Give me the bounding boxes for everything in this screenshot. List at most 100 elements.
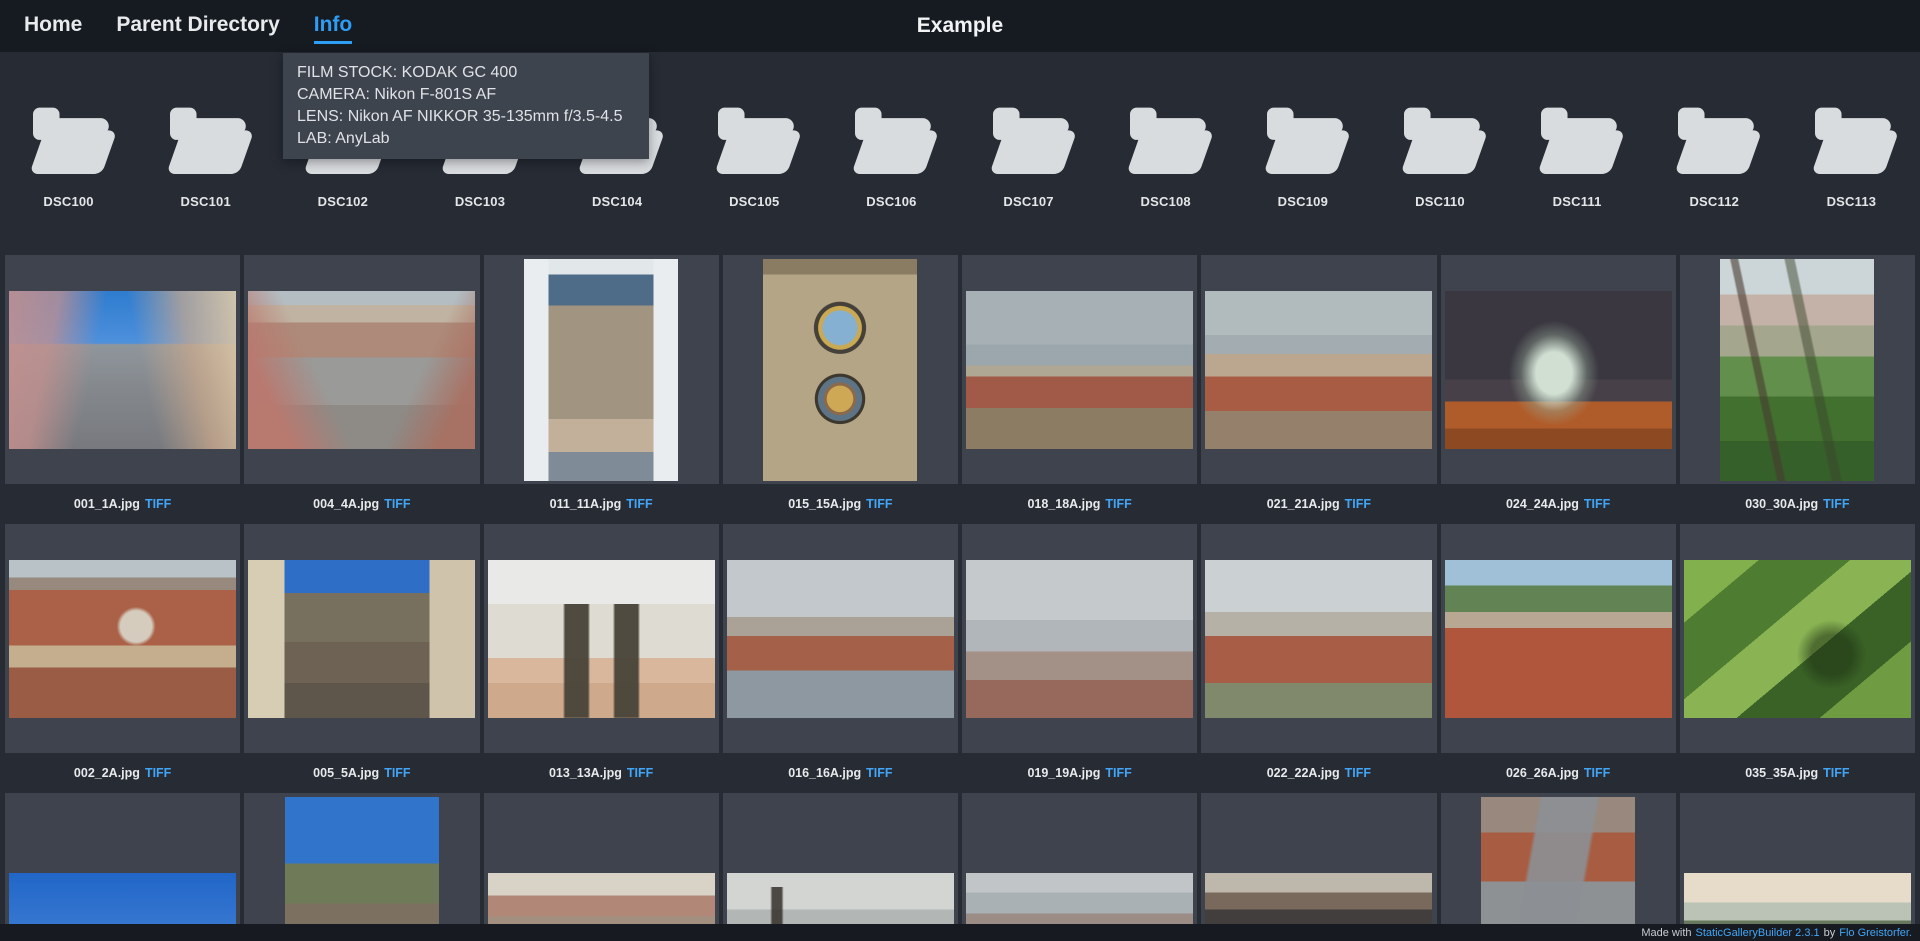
thumbnail-link[interactable] [1679,255,1915,484]
gallery-cell: 016_16A.jpg TIFF [722,524,958,793]
gallery-cell [962,793,1198,941]
gallery-cell: 022_22A.jpg TIFF [1201,524,1437,793]
thumbnail-caption: 022_22A.jpg TIFF [1201,753,1436,793]
folder-item[interactable]: DSC107 [960,102,1097,209]
builder-link[interactable]: StaticGalleryBuilder 2.3.1 [1696,927,1820,939]
folder-item[interactable]: DSC110 [1371,102,1508,209]
thumbnail-link[interactable] [962,524,1198,753]
thumbnail-link[interactable] [244,793,480,941]
tiff-link[interactable]: TIFF [1584,497,1610,511]
author-link[interactable]: Flo Greistorfer. [1839,927,1912,939]
thumbnail-photo [1444,559,1672,718]
tiff-link[interactable]: TIFF [384,497,410,511]
folder-item[interactable]: DSC101 [137,102,274,209]
filename-text: 011_11A.jpg [549,497,622,511]
thumbnail-link[interactable] [722,793,958,941]
thumbnail-link[interactable] [483,793,719,941]
thumbnail-caption: 019_19A.jpg TIFF [962,753,1197,793]
thumbnail-link[interactable] [962,255,1198,484]
thumbnail-link[interactable] [483,524,719,753]
thumbnail-link[interactable] [483,255,719,484]
thumbnail-link[interactable] [1440,524,1676,753]
gallery-cell [1440,793,1676,941]
filename-text: 015_15A.jpg [788,497,862,511]
folder-label: DSC106 [866,194,917,209]
thumbnail-link[interactable] [5,793,241,941]
folder-open-icon [991,107,1075,174]
folder-open-icon [854,107,938,174]
thumbnail-photo [1205,290,1433,449]
gallery-cell: 002_2A.jpg TIFF [5,524,241,793]
tooltip-line-camera: CAMERA: Nikon F-801S AF [297,86,497,103]
thumbnail-photo [966,559,1194,718]
tiff-link[interactable]: TIFF [1584,766,1610,780]
gallery-cell: 021_21A.jpg TIFF [1201,255,1437,524]
thumbnail-link[interactable] [1679,793,1915,941]
filename-text: 021_21A.jpg [1266,497,1340,511]
tiff-link[interactable]: TIFF [145,766,171,780]
thumbnail-photo [1481,796,1636,941]
folder-item[interactable]: DSC113 [1783,102,1920,209]
filename-text: 016_16A.jpg [788,766,862,780]
gallery-cell: 004_4A.jpg TIFF [244,255,480,524]
folder-label: DSC102 [317,194,369,209]
thumbnail-photo [1683,559,1911,718]
gallery-cell: 030_30A.jpg TIFF [1679,255,1915,524]
folder-item[interactable]: DSC112 [1646,102,1783,209]
tiff-link[interactable]: TIFF [627,766,653,780]
folder-item[interactable]: DSC105 [686,102,823,209]
tiff-link[interactable]: TIFF [1823,766,1849,780]
thumbnail-link[interactable] [244,524,480,753]
thumbnail-photo [966,290,1194,449]
nav-item-info[interactable]: Info [313,9,353,44]
thumbnail-link[interactable] [1440,255,1676,484]
thumbnail-caption: 002_2A.jpg TIFF [5,753,240,793]
folder-label: DSC111 [1552,194,1602,209]
tiff-link[interactable]: TIFF [626,497,652,511]
thumbnail-link[interactable] [722,255,958,484]
thumbnail-link[interactable] [244,255,480,484]
tiff-link[interactable]: TIFF [866,497,892,511]
tiff-link[interactable]: TIFF [1823,497,1849,511]
tiff-link[interactable]: TIFF [145,497,171,511]
thumbnail-link[interactable] [962,793,1198,941]
nav-item-home[interactable]: Home [24,9,82,44]
folder-label: DSC109 [1277,194,1328,209]
thumbnail-link[interactable] [5,255,241,484]
folder-item[interactable]: DSC106 [823,102,960,209]
thumbnail-caption: 035_35A.jpg TIFF [1680,753,1915,793]
thumbnail-link[interactable] [1679,524,1915,753]
thumbnail-link[interactable] [1201,255,1437,484]
thumbnail-link[interactable] [1201,793,1437,941]
folder-open-icon [168,107,252,174]
folder-open-icon [31,107,115,174]
gallery-cell [1679,793,1915,941]
folder-item[interactable]: DSC100 [0,102,137,209]
tooltip-line-lens: LENS: Nikon AF NIKKOR 35-135mm f/3.5-4.5 [297,108,623,125]
folder-item[interactable]: DSC108 [1097,102,1234,209]
tooltip-line-film-stock: FILM STOCK: KODAK GC 400 [297,64,518,81]
thumbnail-link[interactable] [1201,524,1437,753]
thumbnail-link[interactable] [1440,793,1676,941]
thumbnail-link[interactable] [5,524,241,753]
thumbnail-photo [1720,258,1875,481]
tiff-link[interactable]: TIFF [1345,766,1371,780]
thumbnail-link[interactable] [722,524,958,753]
filename-text: 024_24A.jpg [1505,497,1579,511]
nav-item-parent-directory[interactable]: Parent Directory [116,9,279,44]
footer-by-text: by [1823,926,1836,939]
tiff-link[interactable]: TIFF [1345,497,1371,511]
tiff-link[interactable]: TIFF [866,766,892,780]
thumbnail-photo [1444,290,1672,449]
folder-open-icon [1128,107,1212,174]
folder-item[interactable]: DSC111 [1509,102,1646,209]
tiff-link[interactable]: TIFF [384,766,410,780]
tiff-link[interactable]: TIFF [1105,766,1131,780]
tiff-link[interactable]: TIFF [1105,497,1131,511]
thumbnail-caption: 004_4A.jpg TIFF [244,484,479,524]
tooltip-line-lab: LAB: AnyLab [297,130,390,147]
thumbnail-caption: 005_5A.jpg TIFF [244,753,479,793]
gallery-cell [483,793,719,941]
gallery-cell: 013_13A.jpg TIFF [483,524,719,793]
folder-item[interactable]: DSC109 [1234,102,1371,209]
